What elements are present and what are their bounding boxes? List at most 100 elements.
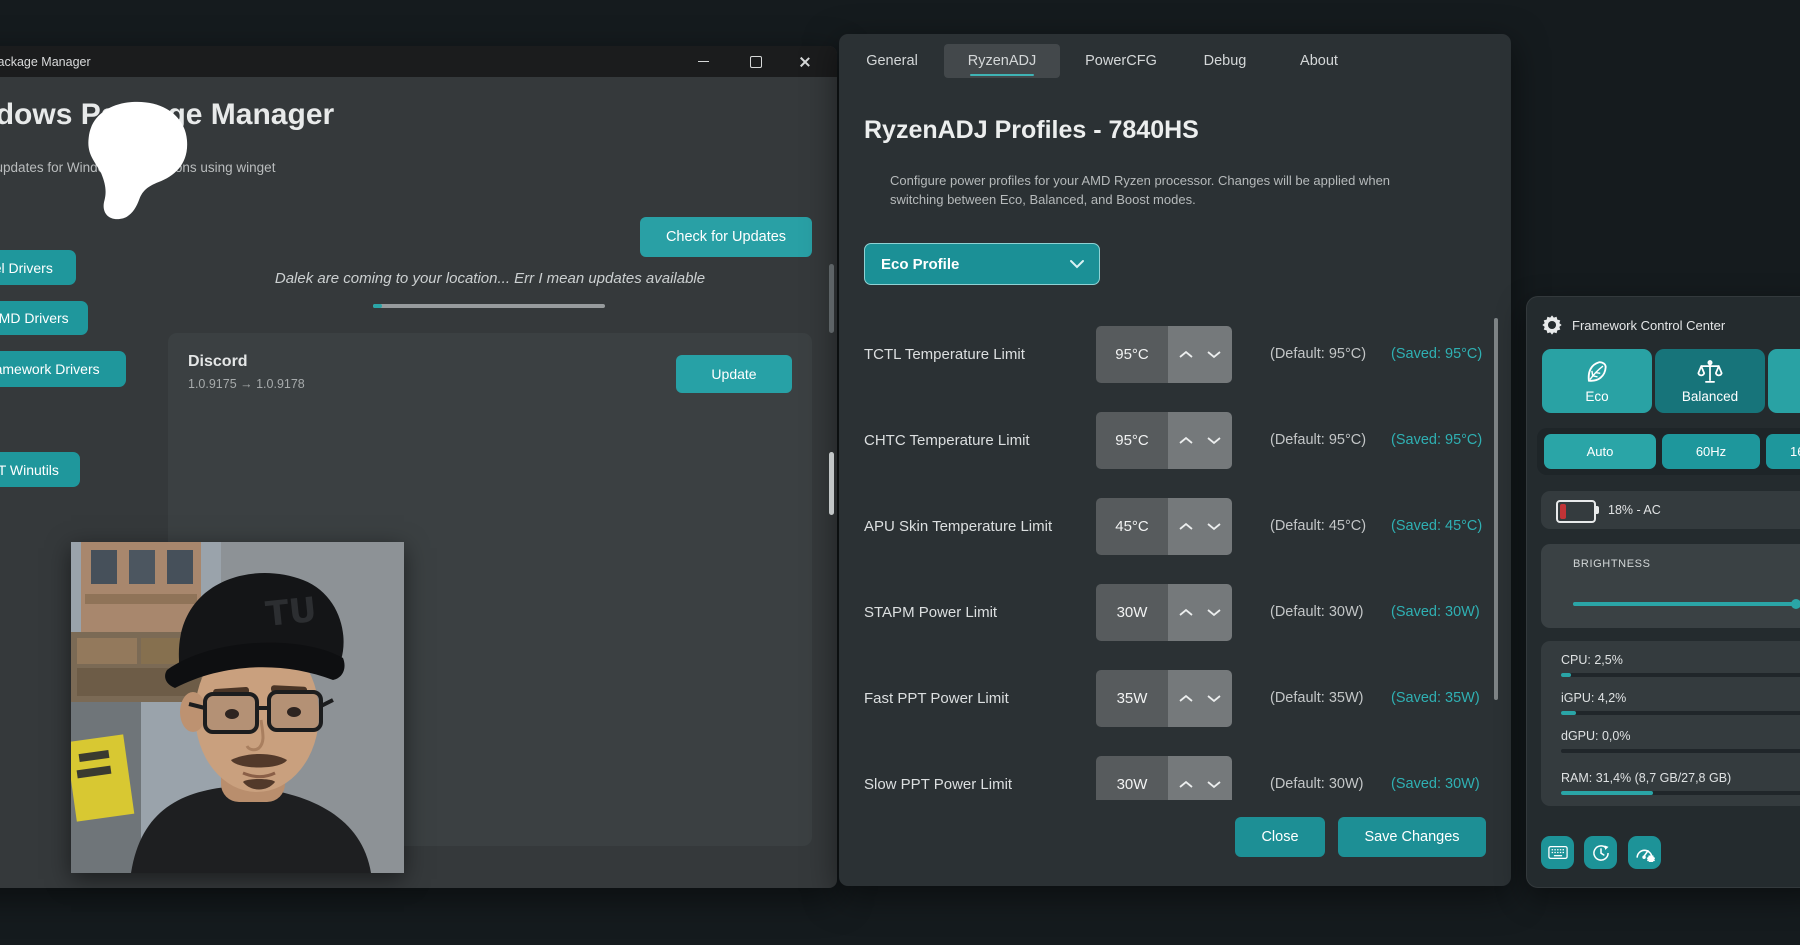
stepper-down-button[interactable]: [1203, 772, 1225, 798]
cpu-usage-bar: [1561, 673, 1800, 677]
brightness-label: BRIGHTNESS: [1573, 558, 1651, 570]
dgpu-usage-bar: [1561, 749, 1800, 753]
chevron-up-icon: [1178, 780, 1194, 789]
stepper-up-button[interactable]: [1175, 342, 1197, 368]
igpu-usage-bar: [1561, 711, 1800, 715]
framework-drivers-button[interactable]: Framework Drivers: [0, 351, 126, 387]
maximize-icon: [750, 56, 762, 68]
stepper-down-button[interactable]: [1203, 514, 1225, 540]
brightness-thumb[interactable]: [1791, 599, 1800, 609]
stepper-down-button[interactable]: [1203, 342, 1225, 368]
boost-mode-button-partial[interactable]: [1768, 349, 1800, 413]
eco-mode-button[interactable]: Eco: [1542, 349, 1652, 413]
balanced-mode-button[interactable]: Balanced: [1655, 349, 1765, 413]
default-value: (Default: 30W): [1270, 584, 1363, 641]
setting-row: Slow PPT Power Limit 30W (Default: 30W) …: [864, 756, 1488, 800]
battery-nub: [1596, 506, 1599, 514]
profile-dropdown-value: Eco Profile: [881, 256, 1069, 273]
value-stepper: 30W: [1096, 756, 1232, 800]
profile-dropdown[interactable]: Eco Profile: [864, 243, 1100, 285]
tab-about[interactable]: About: [1279, 44, 1359, 78]
stepper-down-button[interactable]: [1203, 600, 1225, 626]
battery-card: 18% - AC: [1541, 491, 1800, 529]
intel-drivers-button[interactable]: Intel Drivers: [0, 250, 76, 285]
white-blob-overlay: [76, 101, 188, 221]
titlebar[interactable]: Windows Package Manager: [0, 46, 837, 77]
tab-general[interactable]: General: [847, 44, 937, 78]
maximize-button[interactable]: [732, 46, 780, 77]
scrollbar-thumb[interactable]: [829, 264, 834, 333]
refresh-60hz-button[interactable]: 60Hz: [1662, 434, 1760, 469]
stepper-down-button[interactable]: [1203, 428, 1225, 454]
desktop: Windows Package Manager Windows Package …: [0, 0, 1800, 945]
svg-text:TU: TU: [264, 590, 319, 635]
update-button[interactable]: Update: [676, 355, 792, 393]
panel-title: Framework Control Center: [1572, 318, 1725, 333]
stepper-up-button[interactable]: [1175, 772, 1197, 798]
stepper-up-button[interactable]: [1175, 686, 1197, 712]
settings-scrollbar[interactable]: [1494, 318, 1498, 700]
default-value: (Default: 30W): [1270, 756, 1363, 800]
saved-value: (Saved: 30W): [1391, 756, 1480, 800]
chevron-up-icon: [1178, 608, 1194, 617]
package-name: Discord: [188, 353, 248, 371]
chevron-down-icon: [1206, 522, 1222, 531]
scrollbar-thumb[interactable]: [829, 452, 834, 515]
refresh-165hz-button-partial[interactable]: 165Hz: [1766, 434, 1800, 469]
chevron-down-icon: [1069, 259, 1085, 269]
stepper-up-button[interactable]: [1175, 600, 1197, 626]
brightness-slider[interactable]: [1573, 602, 1800, 606]
window-title: Windows Package Manager: [0, 55, 91, 69]
close-button[interactable]: [781, 46, 829, 77]
refresh-auto-button[interactable]: Auto: [1544, 434, 1656, 469]
saved-value: (Saved: 35W): [1391, 670, 1480, 727]
section-description: switching between Eco, Balanced, and Boo…: [890, 192, 1196, 207]
performance-settings-button[interactable]: [1628, 836, 1661, 869]
chevron-up-icon: [1178, 694, 1194, 703]
section-title: RyzenADJ Profiles - 7840HS: [864, 116, 1199, 145]
tab-debug[interactable]: Debug: [1189, 44, 1261, 78]
minimize-button[interactable]: [679, 46, 727, 77]
close-dialog-button[interactable]: Close: [1235, 817, 1325, 857]
gauge-gear-icon: [1634, 843, 1655, 862]
leaf-icon: [1584, 359, 1610, 385]
setting-row: CHTC Temperature Limit 95°C (Default: 95…: [864, 412, 1488, 469]
ram-usage-label: RAM: 31,4% (8,7 GB/27,8 GB): [1561, 771, 1731, 785]
minimize-icon: [698, 61, 709, 63]
default-value: (Default: 35W): [1270, 670, 1363, 727]
tab-powercfg[interactable]: PowerCFG: [1071, 44, 1171, 78]
ctt-winutils-button[interactable]: CTT Winutils: [0, 452, 80, 487]
keyboard-icon: [1548, 845, 1568, 860]
saved-value: (Saved: 95°C): [1391, 326, 1482, 383]
value-stepper: 35W: [1096, 670, 1232, 727]
saved-value: (Saved: 95°C): [1391, 412, 1482, 469]
default-value: (Default: 95°C): [1270, 326, 1366, 383]
system-stats-card: CPU: 2,5% iGPU: 4,2% dGPU: 0,0% RAM: 31,…: [1541, 641, 1800, 806]
check-for-updates-button[interactable]: Check for Updates: [640, 217, 812, 257]
tab-ryzenadj[interactable]: RyzenADJ: [944, 44, 1060, 78]
stepper-down-button[interactable]: [1203, 686, 1225, 712]
keyboard-button[interactable]: [1541, 836, 1574, 869]
update-progress-bar: [373, 304, 605, 308]
value-stepper: 95°C: [1096, 412, 1232, 469]
cpu-usage-label: CPU: 2,5%: [1561, 653, 1623, 667]
chevron-down-icon: [1206, 694, 1222, 703]
chevron-up-icon: [1178, 522, 1194, 531]
brightness-card: BRIGHTNESS: [1541, 544, 1800, 628]
dgpu-usage-label: dGPU: 0,0%: [1561, 729, 1630, 743]
save-changes-button[interactable]: Save Changes: [1338, 817, 1486, 857]
package-version-change: 1.0.9175 → 1.0.9178: [188, 377, 305, 391]
stepper-up-button[interactable]: [1175, 428, 1197, 454]
framework-gear-icon: [1541, 314, 1563, 336]
webcam-overlay: TU: [71, 542, 404, 873]
stepper-up-button[interactable]: [1175, 514, 1197, 540]
update-status-text: Dalek are coming to your location... Err…: [225, 270, 755, 287]
settings-scroll-area: TCTL Temperature Limit 95°C (Default: 95…: [864, 310, 1488, 800]
framework-hub-window: General RyzenADJ PowerCFG Debug About Ry…: [839, 34, 1511, 886]
chevron-down-icon: [1206, 608, 1222, 617]
update-check-button[interactable]: [1584, 836, 1617, 869]
amd-drivers-button[interactable]: AMD Drivers: [0, 301, 88, 335]
chevron-down-icon: [1206, 780, 1222, 789]
clock-history-icon: [1591, 843, 1611, 863]
brightness-fill: [1573, 602, 1796, 606]
